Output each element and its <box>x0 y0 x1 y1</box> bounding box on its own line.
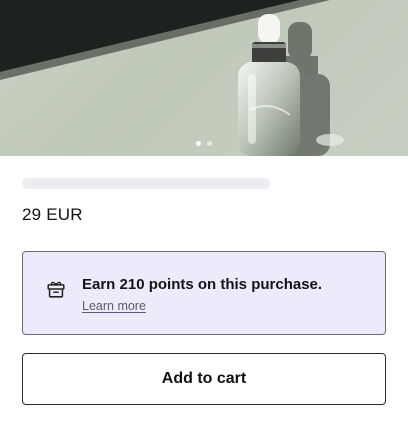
serum-bottle-illustration <box>0 0 344 156</box>
loyalty-points-banner: Earn 210 points on this purchase. Learn … <box>22 251 386 335</box>
points-message: Earn 210 points on this purchase. <box>82 276 323 293</box>
gift-icon <box>47 281 65 298</box>
product-image <box>0 0 408 156</box>
product-price: 29 EUR <box>22 205 83 224</box>
carousel-indicator[interactable] <box>0 141 408 146</box>
add-to-cart-button[interactable]: Add to cart <box>22 353 386 405</box>
product-details: 29 EUR Earn 210 points on this purchase.… <box>0 178 408 405</box>
learn-more-link[interactable]: Learn more <box>82 299 322 313</box>
product-title-placeholder <box>22 178 270 189</box>
carousel-dot-1[interactable] <box>196 141 201 146</box>
carousel-dot-2[interactable] <box>207 141 212 146</box>
